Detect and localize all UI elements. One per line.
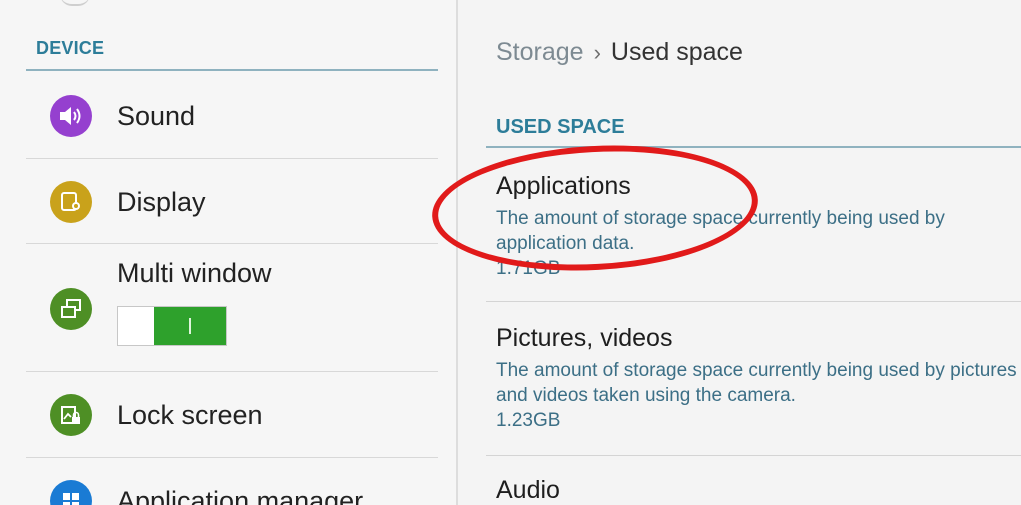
scroll-edge-indicator	[60, 0, 90, 6]
breadcrumb-separator: ›	[593, 40, 601, 65]
entry-description: The amount of storage space currently be…	[496, 360, 1017, 406]
section-divider	[486, 146, 1021, 148]
storage-entry-audio[interactable]: Audio	[496, 476, 1021, 505]
menu-item-sound[interactable]: Sound	[26, 75, 438, 159]
menu-item-label: Display	[117, 187, 206, 217]
menu-item-label: Lock screen	[117, 400, 263, 430]
used-space-section-header: USED SPACE	[496, 116, 625, 138]
breadcrumb-parent-storage[interactable]: Storage	[496, 38, 584, 66]
entry-title: Audio	[496, 476, 560, 504]
storage-entry-pictures-videos[interactable]: Pictures, videos The amount of storage s…	[496, 324, 1021, 433]
menu-item-display[interactable]: Display	[26, 159, 438, 244]
grid-icon	[50, 480, 92, 505]
lock-screen-icon	[50, 394, 92, 436]
toggle-on-mark	[189, 318, 191, 334]
entry-title: Pictures, videos	[496, 324, 673, 352]
settings-menu-pane: DEVICE Sound Display Multi window Lock s…	[0, 0, 456, 505]
menu-item-lock-screen[interactable]: Lock screen	[26, 372, 438, 458]
entry-size: 1.71GB	[496, 258, 561, 279]
pane-divider	[456, 0, 458, 505]
menu-item-label: Application manager	[117, 486, 364, 505]
entry-size: 1.23GB	[496, 410, 561, 431]
section-divider	[26, 69, 438, 71]
row-divider	[486, 301, 1021, 302]
entry-title: Applications	[496, 172, 631, 200]
multi-window-icon	[50, 288, 92, 330]
multi-window-toggle[interactable]	[117, 306, 227, 346]
breadcrumb-current: Used space	[610, 38, 743, 66]
menu-item-application-manager[interactable]: Application manager	[26, 458, 438, 505]
device-section-header: DEVICE	[36, 38, 105, 58]
speaker-icon	[50, 95, 92, 137]
entry-description: The amount of storage space currently be…	[496, 208, 945, 254]
menu-item-label: Sound	[117, 101, 196, 131]
breadcrumb: Storage › Used space	[496, 38, 743, 67]
settings-screen: DEVICE Sound Display Multi window Lock s…	[0, 0, 1021, 505]
menu-item-multi-window[interactable]: Multi window	[26, 244, 438, 372]
row-divider	[486, 455, 1021, 456]
toggle-on-knob	[154, 307, 226, 345]
menu-item-label: Multi window	[117, 258, 272, 288]
storage-entry-applications[interactable]: Applications The amount of storage space…	[496, 172, 1021, 281]
display-icon	[50, 181, 92, 223]
